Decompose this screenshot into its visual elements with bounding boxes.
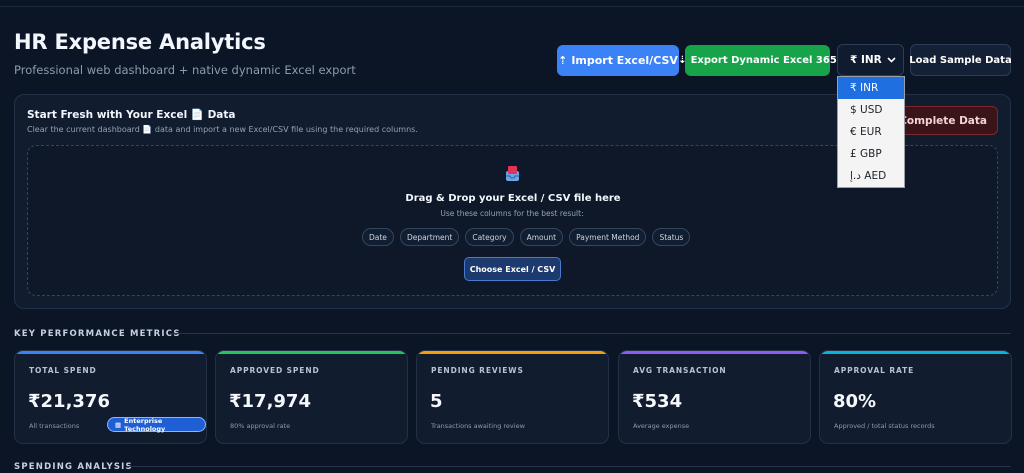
currency-select[interactable]: ₹ INR [837, 44, 904, 76]
kpi-section-title: KEY PERFORMANCE METRICS [14, 329, 181, 339]
kpi-value: ₹534 [632, 391, 683, 412]
column-chip: Payment Method [569, 228, 647, 246]
inbox-tray-icon [506, 166, 519, 181]
kpi-accent-bar [820, 351, 1011, 354]
department-badge-label: Enterprise Technology [124, 416, 166, 433]
kpi-value: 5 [430, 391, 443, 412]
kpi-accent-bar [619, 351, 810, 354]
currency-option-usd[interactable]: $ USD [838, 99, 904, 121]
kpi-card-approved-spend: APPROVED SPEND ₹17,974 80% approval rate [215, 350, 408, 444]
column-chip: Category [465, 228, 514, 246]
download-arrow-icon: ⇣ [678, 55, 687, 66]
building-icon: ▦ [115, 420, 122, 429]
top-border [0, 6, 1024, 7]
dropzone-hint: Use these columns for the best result: [440, 209, 584, 218]
currency-option-inr[interactable]: ₹ INR [838, 77, 904, 99]
kpi-value: ₹21,376 [28, 391, 110, 412]
page-title: HR Expense Analytics [14, 30, 266, 54]
currency-option-gbp[interactable]: £ GBP [838, 143, 904, 165]
column-chip: Status [652, 228, 691, 246]
export-button-label: Export Dynamic Excel 365 [690, 55, 837, 66]
chevron-down-icon [887, 57, 896, 63]
import-button[interactable]: ⇡ Import Excel/CSV [557, 45, 679, 76]
kpi-value: ₹17,974 [229, 391, 311, 412]
required-columns: Date Department Category Amount Payment … [362, 228, 691, 246]
dropzone-title: Drag & Drop your Excel / CSV file here [405, 193, 621, 204]
currency-option-aed[interactable]: د.إ AED [838, 165, 904, 187]
kpi-subtext: Average expense [633, 422, 690, 430]
load-sample-button[interactable]: Load Sample Data [909, 44, 1012, 76]
kpi-label: PENDING REVIEWS [431, 366, 524, 375]
department-badge[interactable]: ▦ Enterprise Technology [107, 416, 206, 433]
spending-section-divider [128, 466, 1011, 467]
kpi-subtext: All transactions [29, 422, 80, 430]
currency-select-value: ₹ INR [850, 54, 882, 66]
kpi-label: APPROVED SPEND [230, 366, 320, 375]
kpi-accent-bar [216, 351, 407, 354]
kpi-card-pending-reviews: PENDING REVIEWS 5 Transactions awaiting … [416, 350, 609, 444]
column-chip: Date [362, 228, 394, 246]
currency-option-eur[interactable]: € EUR [838, 121, 904, 143]
upload-heading: Start Fresh with Your Excel 📄 Data [27, 109, 236, 121]
spending-section-title: SPENDING ANALYSIS [14, 462, 133, 472]
kpi-subtext: Transactions awaiting review [431, 422, 525, 430]
import-button-label: Import Excel/CSV [571, 54, 678, 67]
kpi-label: APPROVAL RATE [834, 366, 915, 375]
kpi-value: 80% [833, 391, 877, 412]
upload-arrow-icon: ⇡ [558, 54, 568, 67]
kpi-subtext: 80% approval rate [230, 422, 291, 430]
kpi-section-divider [170, 333, 1011, 334]
kpi-accent-bar [417, 351, 608, 354]
kpi-card-approval-rate: APPROVAL RATE 80% Approved / total statu… [819, 350, 1012, 444]
export-button[interactable]: ⇣ Export Dynamic Excel 365 [678, 45, 837, 76]
column-chip: Department [399, 228, 460, 246]
kpi-label: AVG TRANSACTION [633, 366, 727, 375]
kpi-label: TOTAL SPEND [29, 366, 97, 375]
page-subtitle: Professional web dashboard + native dyna… [14, 63, 356, 77]
kpi-card-avg-transaction: AVG TRANSACTION ₹534 Average expense [618, 350, 811, 444]
kpi-subtext: Approved / total status records [834, 422, 935, 430]
column-chip: Amount [519, 228, 564, 246]
choose-file-button[interactable]: Choose Excel / CSV [464, 257, 561, 281]
upload-description: Clear the current dashboard 📄 data and i… [27, 125, 418, 134]
currency-dropdown: ₹ INR $ USD € EUR £ GBP د.إ AED [837, 76, 905, 188]
kpi-card-total-spend: TOTAL SPEND ₹21,376 All transactions ▦ E… [14, 350, 207, 444]
kpi-accent-bar [15, 351, 206, 354]
